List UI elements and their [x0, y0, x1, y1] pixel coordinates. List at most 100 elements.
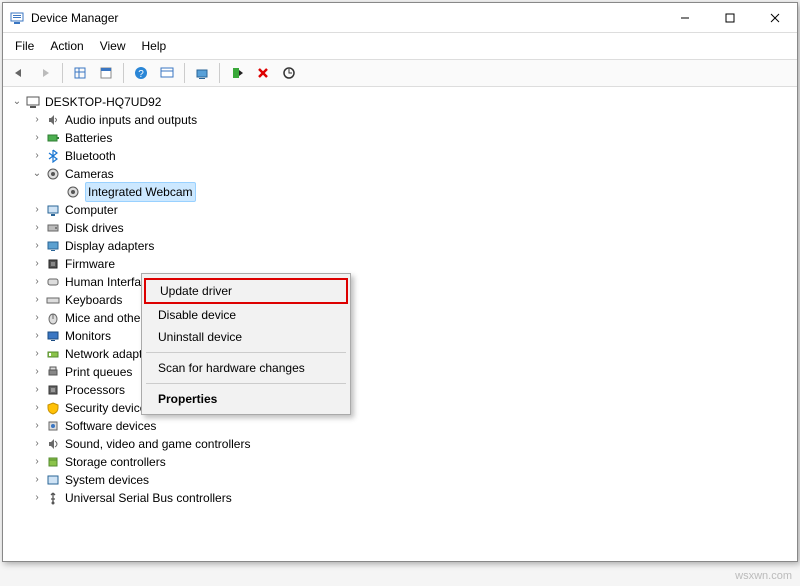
tree-item-sound[interactable]: › Sound, video and game controllers — [7, 435, 793, 453]
expand-icon[interactable]: › — [31, 438, 43, 450]
minimize-button[interactable] — [662, 3, 707, 33]
tree-item-disk[interactable]: › Disk drives — [7, 219, 793, 237]
tree-item-security[interactable]: › Security devices — [7, 399, 793, 417]
tree-label: Software devices — [65, 417, 156, 435]
forward-button[interactable] — [33, 62, 57, 84]
monitor-icon — [45, 328, 61, 344]
tree-item-keyboards[interactable]: ›Keyboards — [7, 291, 793, 309]
back-button[interactable] — [7, 62, 31, 84]
device-tree[interactable]: ⌄ DESKTOP-HQ7UD92 ›Audio inputs and outp… — [3, 87, 797, 561]
tree-item-integrated-webcam[interactable]: ›Integrated Webcam — [7, 183, 793, 201]
scan-hardware-button[interactable] — [277, 62, 301, 84]
collapse-icon[interactable]: ⌄ — [11, 96, 23, 108]
menu-help[interactable]: Help — [134, 35, 175, 57]
menu-file[interactable]: File — [7, 35, 42, 57]
expand-icon[interactable]: › — [31, 258, 43, 270]
expand-icon[interactable]: › — [31, 204, 43, 216]
expand-icon[interactable]: › — [31, 132, 43, 144]
expand-icon[interactable]: › — [31, 420, 43, 432]
tree-item-storage[interactable]: ›Storage controllers — [7, 453, 793, 471]
expand-icon[interactable]: › — [31, 366, 43, 378]
tree-item-mice[interactable]: ›Mice and other pointing devices — [7, 309, 793, 327]
window-title: Device Manager — [31, 11, 662, 25]
software-icon — [45, 418, 61, 434]
tree-label: System devices — [65, 471, 149, 489]
expand-icon[interactable]: › — [31, 312, 43, 324]
close-button[interactable] — [752, 3, 797, 33]
tree-item-audio[interactable]: ›Audio inputs and outputs — [7, 111, 793, 129]
network-icon — [45, 346, 61, 362]
tree-root[interactable]: ⌄ DESKTOP-HQ7UD92 — [7, 93, 793, 111]
expand-icon[interactable]: › — [31, 348, 43, 360]
tree-item-system[interactable]: › System devices — [7, 471, 793, 489]
expand-icon[interactable]: › — [31, 150, 43, 162]
mouse-icon — [45, 310, 61, 326]
tree-item-processors[interactable]: ›Processors — [7, 381, 793, 399]
tree-label: Display adapters — [65, 237, 154, 255]
tree-label: Print queues — [65, 363, 132, 381]
ctx-scan-hardware[interactable]: Scan for hardware changes — [144, 357, 348, 379]
view-button[interactable] — [155, 62, 179, 84]
tree-label: Disk drives — [65, 219, 124, 237]
expand-icon[interactable]: › — [31, 114, 43, 126]
watermark: wsxwn.com — [735, 570, 792, 582]
expand-icon[interactable]: › — [31, 456, 43, 468]
toolbar-separator — [219, 63, 220, 83]
tree-item-network[interactable]: ›Network adapters — [7, 345, 793, 363]
processor-icon — [45, 382, 61, 398]
expand-icon[interactable]: › — [31, 276, 43, 288]
uninstall-device-button[interactable] — [251, 62, 275, 84]
tree-label: Firmware — [65, 255, 115, 273]
expand-icon[interactable]: › — [31, 492, 43, 504]
audio-icon — [45, 112, 61, 128]
ctx-update-driver[interactable]: Update driver — [144, 278, 348, 304]
firmware-icon — [45, 256, 61, 272]
toolbar: ? — [3, 60, 797, 87]
window-controls — [662, 3, 797, 33]
update-driver-button[interactable] — [190, 62, 214, 84]
expand-icon[interactable]: › — [31, 240, 43, 252]
tree-item-monitors[interactable]: ›Monitors — [7, 327, 793, 345]
tree-item-usb[interactable]: ›Universal Serial Bus controllers — [7, 489, 793, 507]
expand-icon[interactable]: › — [31, 474, 43, 486]
tree-item-computer[interactable]: ›Computer — [7, 201, 793, 219]
tree-label: Security devices — [65, 399, 152, 417]
expand-icon[interactable]: › — [31, 222, 43, 234]
tree-item-bluetooth[interactable]: ›Bluetooth — [7, 147, 793, 165]
help-button[interactable]: ? — [129, 62, 153, 84]
context-menu: Update driver Disable device Uninstall d… — [141, 273, 351, 415]
menu-bar: File Action View Help — [3, 33, 797, 60]
toolbar-separator — [123, 63, 124, 83]
bluetooth-icon — [45, 148, 61, 164]
usb-icon — [45, 490, 61, 506]
hid-icon — [45, 274, 61, 290]
tree-item-batteries[interactable]: ›Batteries — [7, 129, 793, 147]
expand-icon[interactable]: › — [31, 330, 43, 342]
tree-item-hid[interactable]: ›Human Interface Devices — [7, 273, 793, 291]
toolbar-separator — [62, 63, 63, 83]
ctx-disable-device[interactable]: Disable device — [144, 304, 348, 326]
storage-icon — [45, 454, 61, 470]
expand-icon[interactable]: › — [31, 384, 43, 396]
enable-device-button[interactable] — [225, 62, 249, 84]
tree-label: Sound, video and game controllers — [65, 435, 250, 453]
keyboard-icon — [45, 292, 61, 308]
expand-icon[interactable]: › — [31, 294, 43, 306]
tree-label-selected: Integrated Webcam — [85, 182, 196, 202]
device-manager-window: Device Manager File Action View Help ? — [2, 2, 798, 562]
tree-item-software[interactable]: › Software devices — [7, 417, 793, 435]
maximize-button[interactable] — [707, 3, 752, 33]
ctx-properties[interactable]: Properties — [144, 388, 348, 410]
ctx-uninstall-device[interactable]: Uninstall device — [144, 326, 348, 348]
camera-icon — [45, 166, 61, 182]
tree-item-display[interactable]: › Display adapters — [7, 237, 793, 255]
tree-item-cameras[interactable]: ⌄Cameras — [7, 165, 793, 183]
collapse-icon[interactable]: ⌄ — [31, 168, 43, 180]
menu-view[interactable]: View — [92, 35, 134, 57]
tree-item-printqueues[interactable]: › Print queues — [7, 363, 793, 381]
properties-button[interactable] — [94, 62, 118, 84]
show-hidden-button[interactable] — [68, 62, 92, 84]
menu-action[interactable]: Action — [42, 35, 91, 57]
expand-icon[interactable]: › — [31, 402, 43, 414]
tree-item-firmware[interactable]: › Firmware — [7, 255, 793, 273]
